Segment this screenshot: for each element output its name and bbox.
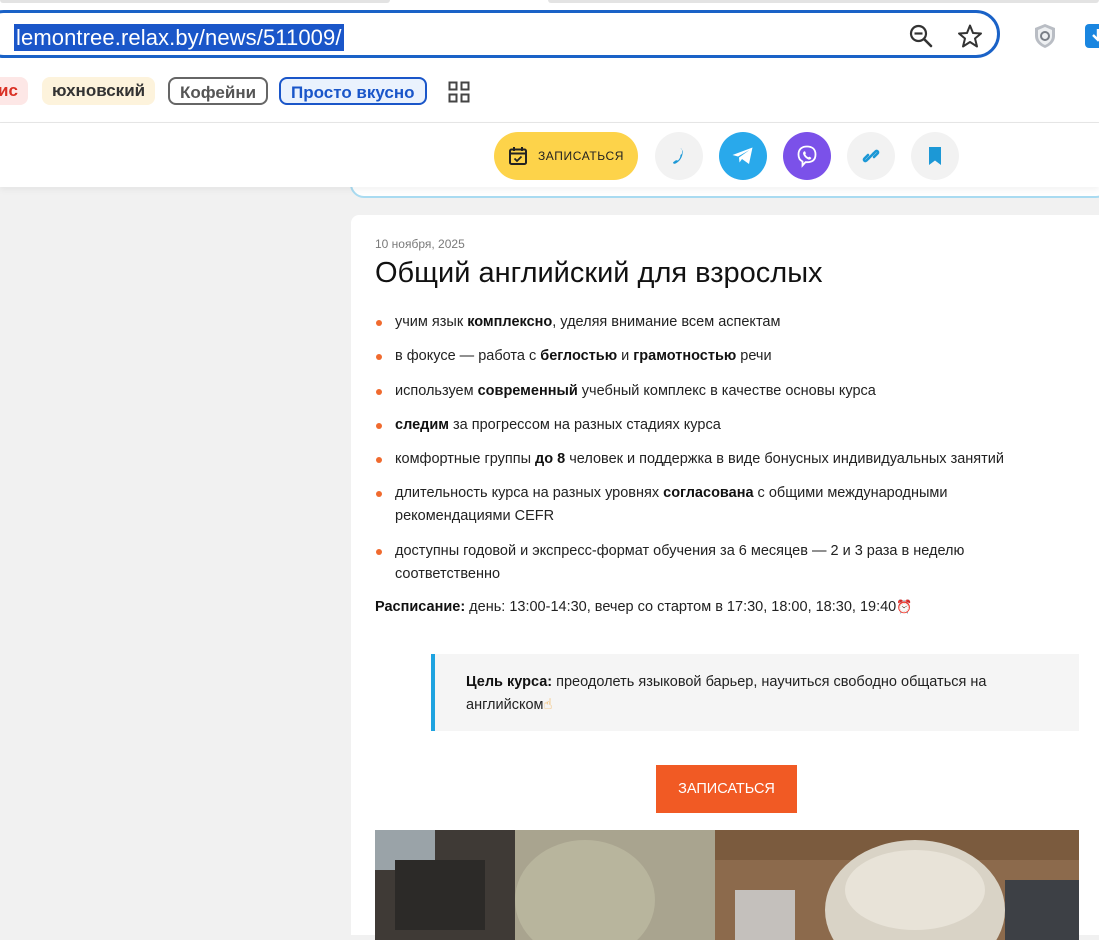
feature-text: комфортные группы (395, 451, 536, 468)
link-icon (862, 149, 880, 163)
apps-grid-icon[interactable] (448, 81, 470, 103)
feature-highlight: комплексно (467, 314, 553, 330)
save-bookmark-button[interactable] (911, 132, 959, 180)
viber-button[interactable] (783, 132, 831, 180)
feature-text: в фокусе — работа с (395, 348, 541, 365)
classroom-photo (375, 830, 1079, 940)
url-text[interactable]: lemontree.relax.by/news/511009/ (14, 24, 344, 51)
feature-highlight: до 8 (535, 451, 566, 468)
feature-item: используем современный учебный комплекс … (375, 380, 1045, 403)
star-icon[interactable] (957, 23, 983, 49)
feature-highlight: согласована (663, 485, 754, 502)
feature-item: длительность курса на разных уровнях сог… (375, 482, 1045, 528)
zoom-out-icon[interactable] (908, 23, 934, 49)
feature-text: и (617, 348, 634, 365)
feature-text: доступны годовой и экспресс-формат обуче… (395, 542, 965, 582)
article-photo (375, 830, 1079, 940)
feature-item: следим за прогрессом на разных стадиях к… (375, 414, 1045, 437)
phone-icon (673, 148, 683, 164)
feature-text: длительность курса на разных уровнях (395, 485, 664, 502)
news-date: 10 ноября, 2025 (375, 237, 465, 251)
feature-highlight: грамотностью (633, 348, 737, 365)
feature-item: комфортные группы до 8 человек и поддерж… (375, 448, 1045, 471)
feature-text: учебный комплекс в качестве основы курса (577, 382, 876, 399)
feature-text: учим язык (395, 314, 468, 330)
feature-text: , уделяя внимание всем аспектам (552, 314, 781, 330)
bookmark-chip[interactable]: Просто вкусно (279, 77, 427, 105)
schedule-label: Расписание: (375, 599, 466, 615)
telegram-button[interactable] (719, 132, 767, 180)
feature-item: доступны годовой и экспресс-формат обуче… (375, 540, 1045, 586)
feature-highlight: следим (395, 416, 449, 433)
feature-text: человек и поддержка в виде бонусных инди… (565, 451, 1004, 468)
course-goal-quote: Цель курса: преодолеть языковой барьер, … (431, 654, 1079, 731)
feature-text: за прогрессом на разных стадиях курса (449, 416, 721, 433)
feature-text: используем (395, 382, 478, 399)
site-header: ЗАПИСАТЬСЯ (0, 123, 1099, 187)
bookmark-chip[interactable]: юхновский (42, 77, 156, 105)
phone-button[interactable] (655, 132, 703, 180)
bookmark-icon (929, 147, 941, 165)
pointing-up-icon: ☝ (543, 697, 553, 713)
bookmark-chip[interactable]: Кофейни (168, 77, 269, 105)
feature-item: учим язык комплексно, уделяя внимание вс… (375, 311, 1045, 334)
feature-highlight: современный (477, 382, 578, 399)
goal-label: Цель курса: (466, 674, 553, 690)
feature-text: речи (736, 348, 772, 365)
browser-toolbar: lemontree.relax.by/news/511009/ (0, 0, 1099, 70)
bookmark-chip[interactable]: ис (0, 77, 28, 105)
copy-link-button[interactable] (847, 132, 895, 180)
alarm-clock-icon: ⏰ (896, 599, 913, 614)
header-signup-label: ЗАПИСАТЬСЯ (537, 149, 625, 163)
signup-button[interactable]: ЗАПИСАТЬСЯ (656, 765, 797, 813)
news-title: Общий английский для взрослых (375, 257, 823, 289)
shield-extension-icon[interactable] (1032, 22, 1058, 50)
download-extension-icon[interactable] (1085, 22, 1099, 50)
schedule-text: день: 13:00-14:30, вечер со стартом в 17… (465, 599, 897, 615)
header-signup-button[interactable]: ЗАПИСАТЬСЯ (494, 132, 638, 180)
telegram-icon (732, 147, 753, 164)
tab-strip-edge (0, 0, 390, 3)
feature-highlight: беглостью (540, 348, 618, 365)
feature-item: в фокусе — работа с беглостью и грамотно… (375, 345, 1045, 368)
news-card: 10 ноября, 2025 Общий английский для взр… (351, 215, 1099, 940)
tab-strip-edge (548, 0, 1099, 3)
features-list: учим язык комплексно, уделяя внимание вс… (375, 311, 1045, 597)
schedule-line: Расписание: день: 13:00-14:30, вечер со … (375, 599, 912, 615)
bookmarks-bar: ис юхновский Кофейни Просто вкусно (0, 70, 1099, 123)
viber-icon (797, 145, 817, 168)
calendar-check-icon (508, 147, 527, 165)
